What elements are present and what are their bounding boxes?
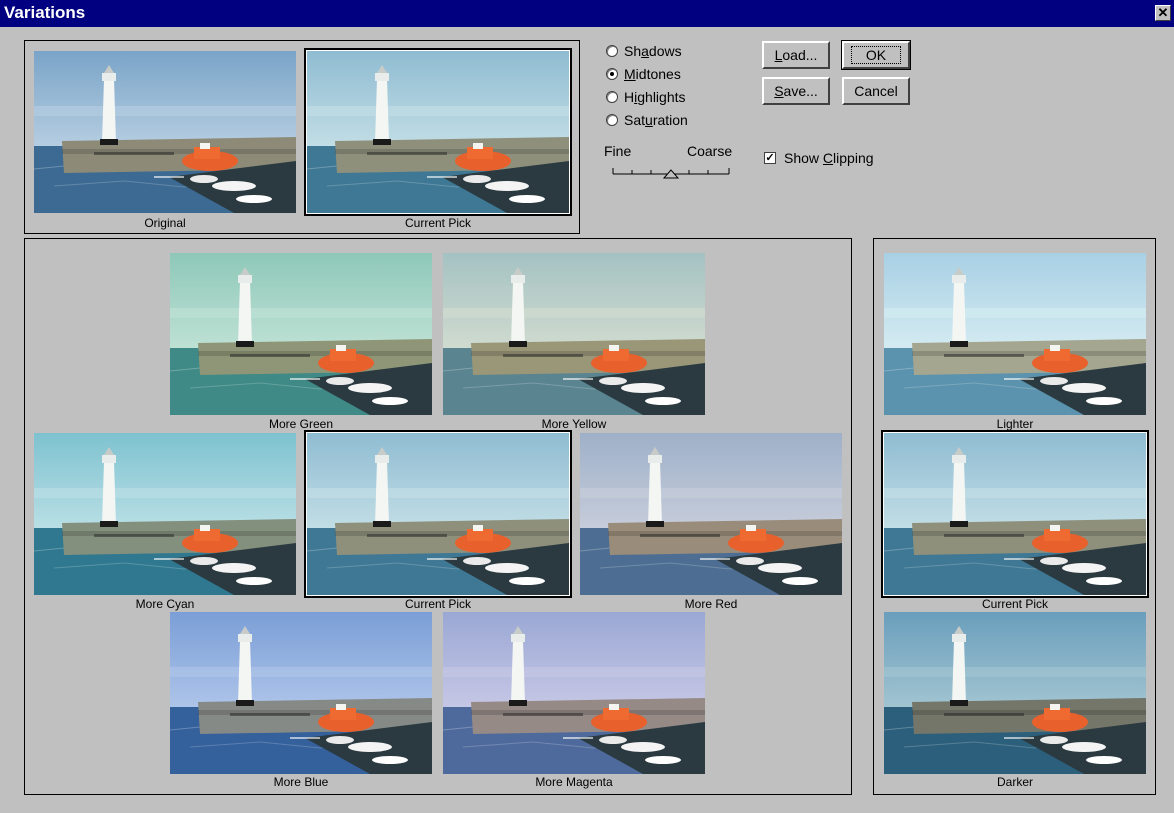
more-red-caption: More Red: [684, 597, 738, 611]
lighthouse-photo: [307, 51, 569, 213]
lighthouse-photo: [884, 433, 1146, 595]
more-blue-thumbnail[interactable]: [170, 612, 432, 774]
lighter-thumbnail[interactable]: [884, 253, 1146, 415]
title-bar: Variations ✕: [0, 0, 1174, 27]
show-clipping-checkbox[interactable]: ✓ Show Clipping: [764, 150, 874, 166]
radio-label-highlights: Highlights: [624, 89, 686, 105]
ok-button[interactable]: OK: [841, 40, 911, 70]
more-green-thumbnail[interactable]: [170, 253, 432, 415]
lighthouse-photo: [34, 433, 296, 595]
radio-dot: [606, 45, 618, 57]
original-thumbnail: [34, 51, 296, 213]
lighthouse-photo: [884, 612, 1146, 774]
cancel-button[interactable]: Cancel: [842, 77, 910, 105]
close-icon[interactable]: ✕: [1155, 5, 1171, 21]
more-green-caption: More Green: [268, 417, 334, 431]
current-pick-preview-caption: Current Pick: [404, 216, 472, 230]
radio-dot: [606, 114, 618, 126]
radio-dot-selected: [606, 68, 618, 80]
radio-highlights[interactable]: Highlights: [606, 87, 686, 107]
radio-saturation[interactable]: Saturation: [606, 110, 688, 130]
show-clipping-label: Show Clipping: [784, 150, 874, 166]
lighthouse-photo: [170, 253, 432, 415]
more-red-thumbnail[interactable]: [580, 433, 842, 595]
lighthouse-photo: [580, 433, 842, 595]
load-button[interactable]: Load...: [762, 41, 830, 69]
slider-coarse-label: Coarse: [687, 143, 733, 159]
checkbox-check-icon: ✓: [764, 152, 776, 164]
darker-thumbnail[interactable]: [884, 612, 1146, 774]
radio-label-midtones: Midtones: [624, 66, 681, 82]
lighter-caption: Lighter: [996, 417, 1034, 431]
save-button[interactable]: Save...: [762, 77, 830, 105]
more-magenta-thumbnail[interactable]: [443, 612, 705, 774]
darker-caption: Darker: [996, 775, 1033, 789]
radio-dot: [606, 91, 618, 103]
more-yellow-thumbnail[interactable]: [443, 253, 705, 415]
radio-label-saturation: Saturation: [624, 112, 688, 128]
original-caption: Original: [144, 216, 186, 230]
window-title: Variations: [4, 3, 86, 22]
brightness-current-pick-caption: Current Pick: [981, 597, 1049, 611]
color-current-pick-caption: Current Pick: [404, 597, 472, 611]
cancel-button-label: Cancel: [854, 83, 898, 99]
fine-coarse-slider[interactable]: [607, 158, 735, 182]
slider-fine-label: Fine: [604, 143, 632, 159]
lighthouse-photo: [443, 253, 705, 415]
load-button-label: Load...: [774, 47, 818, 63]
more-magenta-caption: More Magenta: [535, 775, 613, 789]
current-pick-preview: [304, 48, 572, 216]
lighthouse-photo: [170, 612, 432, 774]
save-button-label: Save...: [774, 83, 818, 99]
more-cyan-thumbnail[interactable]: [34, 433, 296, 595]
ok-button-label: OK: [850, 46, 902, 64]
radio-midtones[interactable]: Midtones: [606, 64, 681, 84]
lighthouse-photo: [884, 253, 1146, 415]
radio-label-shadows: Shadows: [624, 43, 682, 59]
color-current-pick-thumbnail[interactable]: [304, 430, 572, 598]
more-yellow-caption: More Yellow: [541, 417, 607, 431]
lighthouse-photo: [307, 433, 569, 595]
radio-shadows[interactable]: Shadows: [606, 41, 682, 61]
brightness-current-pick-thumbnail[interactable]: [881, 430, 1149, 598]
more-blue-caption: More Blue: [273, 775, 329, 789]
lighthouse-photo: [443, 612, 705, 774]
more-cyan-caption: More Cyan: [135, 597, 195, 611]
lighthouse-photo: [34, 51, 296, 213]
